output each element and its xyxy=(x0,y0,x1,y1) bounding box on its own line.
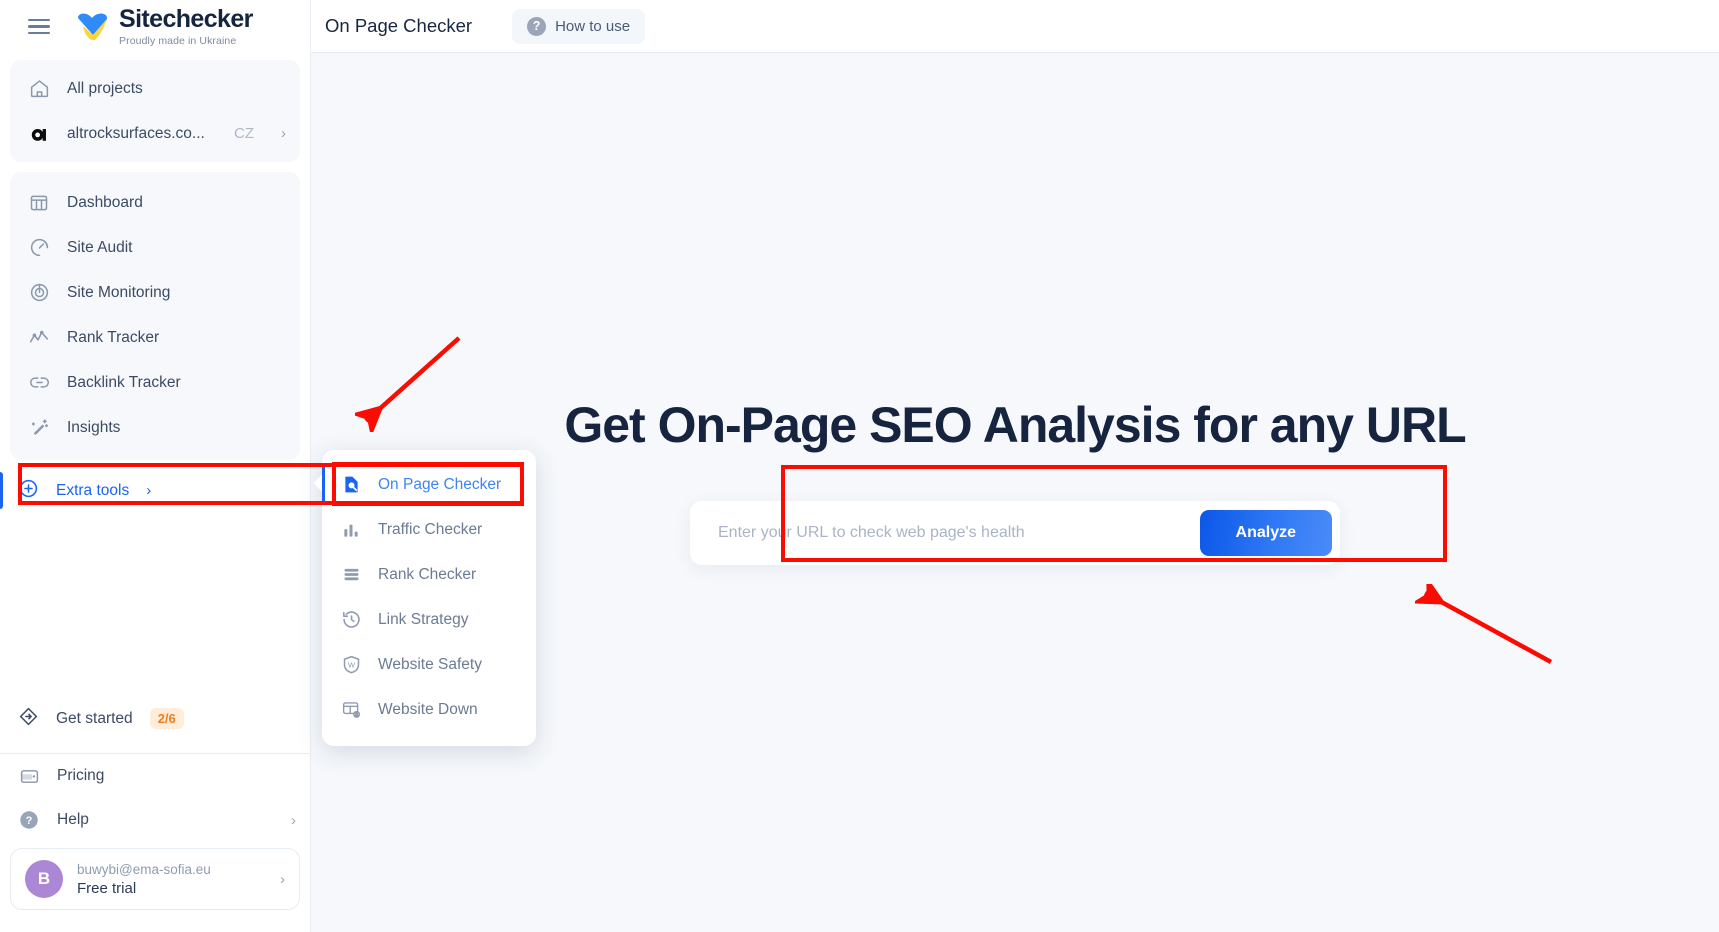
menu-item-website-safety[interactable]: W Website Safety xyxy=(322,642,536,687)
home-icon xyxy=(28,78,50,100)
sidebar-extra-tools-wrap: Extra tools › xyxy=(0,468,310,513)
sidebar-item-get-started[interactable]: Get started 2/6 xyxy=(0,696,310,741)
shield-w-icon: W xyxy=(340,654,362,676)
topbar: On Page Checker ? How to use xyxy=(311,0,1719,53)
chevron-right-icon[interactable]: › xyxy=(281,126,286,141)
sidebar-item-extra-tools[interactable]: Extra tools › xyxy=(0,468,310,513)
sidebar-nav: All projects altrocksurfaces.co... CZ › xyxy=(0,53,310,753)
brand-logo[interactable]: Sitechecker Proudly made in Ukraine xyxy=(76,4,253,47)
active-indicator xyxy=(0,472,3,509)
menu-item-website-down[interactable]: Website Down xyxy=(322,687,536,732)
account-card[interactable]: B buwybi@ema-sofia.eu Free trial › xyxy=(10,848,300,910)
sidebar-item-label: altrocksurfaces.co... xyxy=(67,124,205,142)
how-to-use-button[interactable]: ? How to use xyxy=(512,8,646,44)
sidebar-item-label: Get started xyxy=(56,709,133,727)
gauge-icon xyxy=(28,237,50,259)
sidebar-item-label: All projects xyxy=(67,79,143,97)
menu-item-label: Rank Checker xyxy=(378,565,477,583)
magic-wand-icon xyxy=(28,417,50,439)
chevron-right-icon[interactable]: › xyxy=(146,483,151,498)
target-icon xyxy=(28,282,50,304)
diamond-arrow-icon xyxy=(18,706,39,732)
menu-item-on-page-checker[interactable]: On Page Checker xyxy=(322,462,536,507)
menu-item-traffic-checker[interactable]: Traffic Checker xyxy=(322,507,536,552)
url-search-box: Analyze xyxy=(690,501,1340,565)
sidebar-bottom-group: Pricing ? Help › B buwybi@ema-sofia.eu F… xyxy=(0,754,310,932)
svg-text:W: W xyxy=(347,661,354,670)
brand-tagline: Proudly made in Ukraine xyxy=(119,34,237,47)
sidebar-item-label: Site Audit xyxy=(67,238,133,256)
menu-item-rank-checker[interactable]: Rank Checker xyxy=(322,552,536,597)
svg-text:?: ? xyxy=(26,815,33,827)
sidebar-item-site-monitoring[interactable]: Site Monitoring xyxy=(10,270,300,315)
sidebar-item-rank-tracker[interactable]: Rank Tracker xyxy=(10,315,300,360)
hero-heading: Get On-Page SEO Analysis for any URL xyxy=(564,397,1466,453)
get-started-progress-badge: 2/6 xyxy=(149,708,184,729)
menu-item-label: Website Safety xyxy=(378,655,482,673)
sidebar-item-label: Backlink Tracker xyxy=(67,373,181,391)
chevron-right-icon[interactable]: › xyxy=(291,813,296,828)
sidebar-item-backlink-tracker[interactable]: Backlink Tracker xyxy=(10,360,300,405)
extra-tools-flyout-menu: On Page Checker Traffic Checker Rank Che… xyxy=(313,450,536,746)
sidebar-item-insights[interactable]: Insights xyxy=(10,405,300,450)
avatar: B xyxy=(25,860,63,898)
menu-item-label: Website Down xyxy=(378,700,478,718)
list-rank-icon xyxy=(340,564,362,586)
app-root: Sitechecker Proudly made in Ukraine All … xyxy=(0,0,1719,932)
sidebar-projects-group: All projects altrocksurfaces.co... CZ › xyxy=(10,60,300,162)
browser-eye-icon xyxy=(340,699,362,721)
project-country-badge: CZ xyxy=(234,125,254,142)
sidebar-item-label: Rank Tracker xyxy=(67,328,160,346)
url-input[interactable] xyxy=(718,501,1200,565)
menu-item-label: Link Strategy xyxy=(378,610,469,628)
menu-item-label: Traffic Checker xyxy=(378,520,483,538)
sidebar: Sitechecker Proudly made in Ukraine All … xyxy=(0,0,311,932)
account-email: buwybi@ema-sofia.eu xyxy=(77,861,211,877)
wallet-icon xyxy=(18,765,40,787)
question-circle-icon: ? xyxy=(527,16,547,36)
account-plan: Free trial xyxy=(77,879,137,897)
question-circle-icon: ? xyxy=(18,809,40,831)
sidebar-main-group: Dashboard Site Audit Site Monitoring Ran… xyxy=(10,172,300,460)
sidebar-item-project[interactable]: altrocksurfaces.co... CZ › xyxy=(10,111,300,156)
sidebar-item-site-audit[interactable]: Site Audit xyxy=(10,225,300,270)
sidebar-header: Sitechecker Proudly made in Ukraine xyxy=(0,0,310,53)
sitechecker-heart-icon xyxy=(76,12,110,42)
analyze-button[interactable]: Analyze xyxy=(1199,510,1332,556)
hamburger-icon[interactable] xyxy=(28,18,50,35)
bar-chart-icon xyxy=(340,519,362,541)
brand-name: Sitechecker xyxy=(119,4,253,33)
sidebar-item-pricing[interactable]: Pricing xyxy=(0,754,310,798)
sidebar-item-all-projects[interactable]: All projects xyxy=(10,66,300,111)
page-title: On Page Checker xyxy=(325,15,473,36)
sidebar-item-help[interactable]: ? Help › xyxy=(0,798,310,842)
history-clock-icon xyxy=(340,609,362,631)
page-search-icon xyxy=(340,474,362,496)
how-to-use-label: How to use xyxy=(555,17,631,35)
active-indicator xyxy=(322,466,325,503)
sidebar-item-dashboard[interactable]: Dashboard xyxy=(10,180,300,225)
sidebar-item-label: Site Monitoring xyxy=(67,283,171,301)
sidebar-item-label: Pricing xyxy=(57,767,105,784)
dashboard-icon xyxy=(28,192,50,214)
sidebar-item-label: Dashboard xyxy=(67,193,143,211)
chart-line-icon xyxy=(28,327,50,349)
plus-circle-icon xyxy=(18,478,39,504)
menu-item-link-strategy[interactable]: Link Strategy xyxy=(322,597,536,642)
menu-item-label: On Page Checker xyxy=(378,475,502,493)
account-text: buwybi@ema-sofia.eu Free trial xyxy=(77,862,266,897)
sidebar-item-label: Insights xyxy=(67,418,121,436)
sidebar-item-label: Help xyxy=(57,811,89,828)
link-icon xyxy=(28,372,50,394)
chevron-right-icon[interactable]: › xyxy=(280,872,285,887)
project-avatar-icon xyxy=(28,123,50,145)
sidebar-item-label: Extra tools xyxy=(56,481,130,499)
